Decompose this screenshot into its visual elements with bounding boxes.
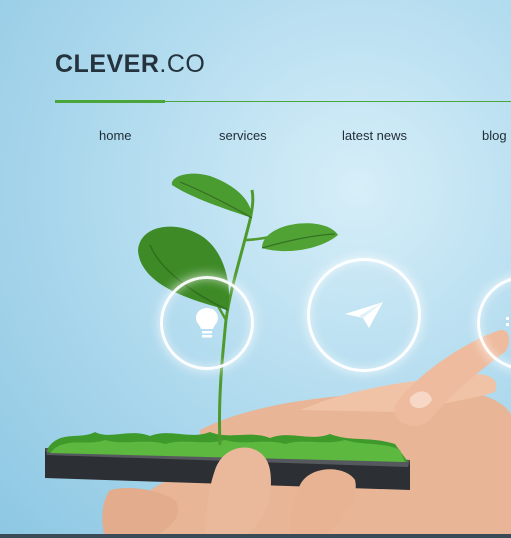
nav-item-services[interactable]: services [219, 128, 267, 143]
feature-circle-send[interactable] [307, 258, 421, 372]
header-divider-accent [55, 100, 165, 103]
nav-item-home[interactable]: home [99, 128, 132, 143]
brand-name-bold: CLEVER [55, 50, 160, 78]
brand-logo[interactable]: CLEVER.CO [55, 50, 205, 79]
partial-icon [506, 317, 509, 326]
sprout-phone-illustration [45, 173, 511, 538]
lightbulb-icon [196, 308, 218, 338]
brand-name-suffix: .CO [159, 50, 206, 78]
paper-plane-icon [345, 302, 383, 328]
nav-item-latest-news[interactable]: latest news [342, 128, 407, 143]
nav-item-blog[interactable]: blog [482, 128, 507, 143]
hero-banner: CLEVER.CO home services latest news blog [0, 0, 511, 538]
bottom-bar [0, 534, 511, 538]
feature-circle-idea[interactable] [160, 276, 254, 370]
